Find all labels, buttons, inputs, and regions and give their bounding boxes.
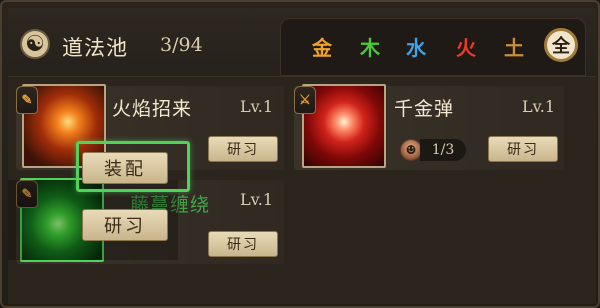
tab-all[interactable]: 全	[544, 28, 578, 62]
skill-name: 千金弹	[394, 98, 455, 120]
tab-wood[interactable]: 木	[360, 32, 380, 61]
study-button[interactable]: 研习	[488, 136, 558, 162]
yinyang-icon: ☯	[20, 29, 50, 59]
scroll-icon: ✎	[16, 180, 38, 208]
skill-count: 3/94	[160, 34, 203, 56]
sword-icon: ⚔	[294, 86, 316, 114]
skill-level: Lv.1	[240, 190, 274, 209]
equip-button[interactable]: 装配	[82, 152, 168, 184]
tab-metal[interactable]: 金	[312, 32, 332, 61]
tab-earth[interactable]: 土	[504, 32, 524, 61]
study-button[interactable]: 研习	[208, 231, 278, 257]
skill-level: Lv.1	[522, 97, 556, 116]
tab-fire[interactable]: 火	[456, 32, 476, 61]
skill-name: 火焰招来	[112, 98, 193, 120]
tab-water[interactable]: 水	[406, 32, 426, 61]
page-title: 道法池	[62, 36, 128, 60]
popup-study-button[interactable]: 研习	[82, 209, 168, 241]
scroll-icon: ✎	[16, 86, 38, 114]
fragment-count: 1/3	[420, 139, 466, 161]
skill-level: Lv.1	[240, 97, 274, 116]
character-avatar-icon: ☻	[400, 139, 422, 161]
study-button[interactable]: 研习	[208, 136, 278, 162]
skill-pool-panel: ☯ 道法池 3/94 金 木 水 火 土 全 ✎ 火焰招来 Lv.1 研习 ⚔ …	[0, 0, 600, 308]
